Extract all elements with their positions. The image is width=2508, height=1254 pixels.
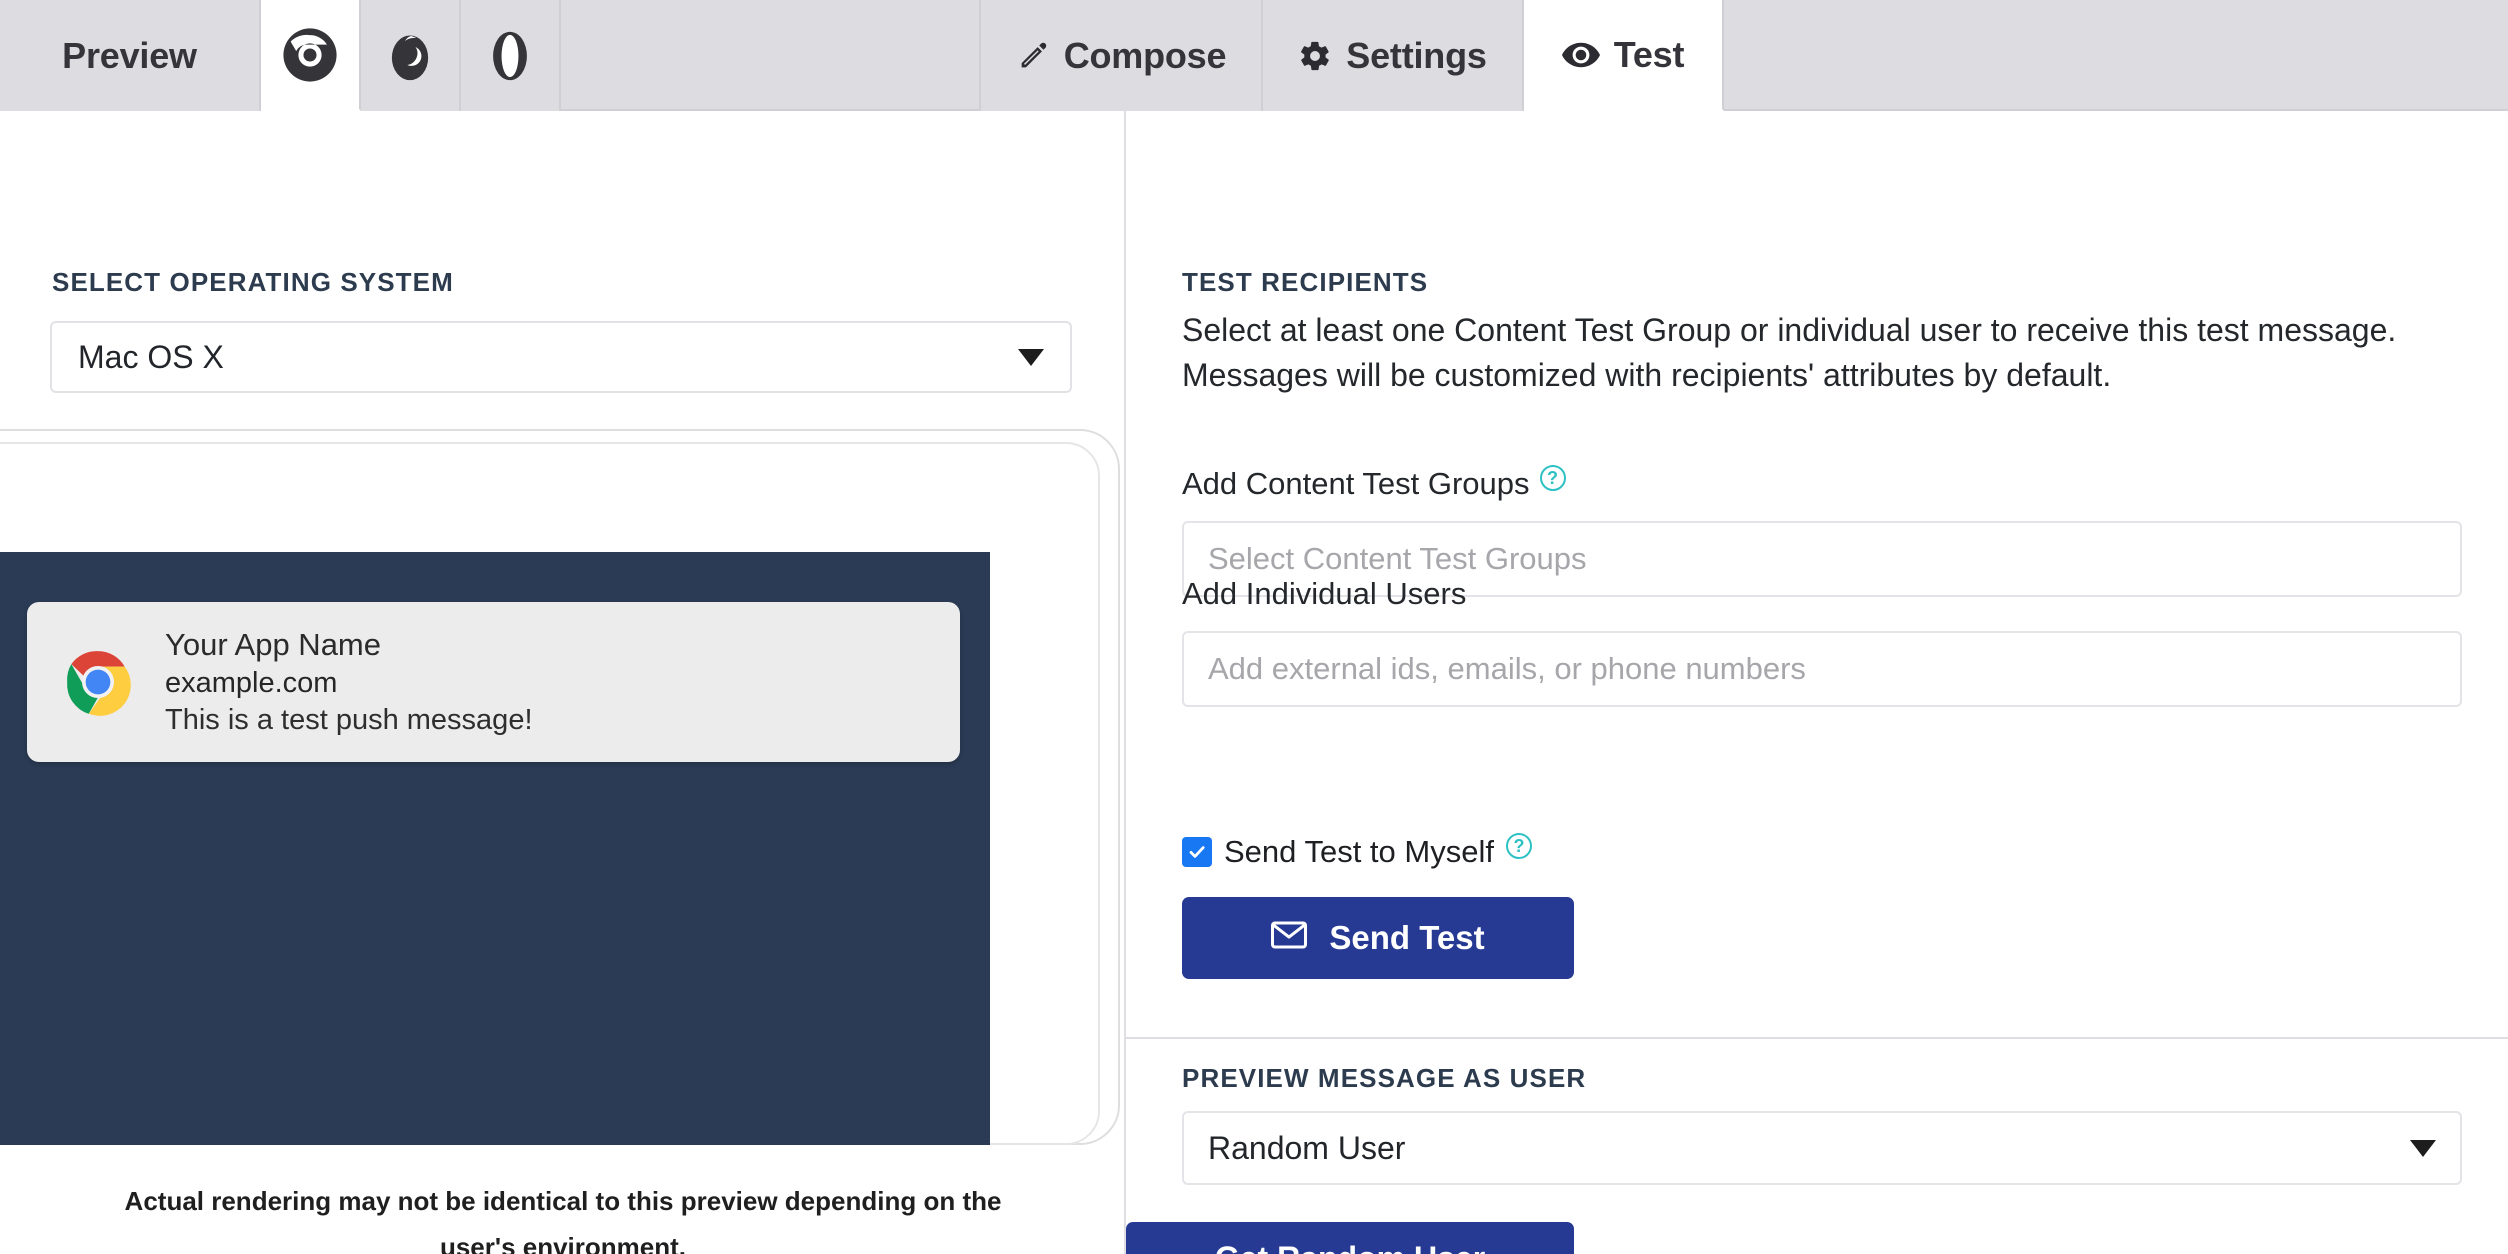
help-icon-send-test-to-myself[interactable]: ?: [1505, 833, 1532, 859]
send-test-to-myself-checkbox[interactable]: [1182, 837, 1212, 867]
test-recipients-heading: TEST RECIPIENTS: [1182, 267, 1429, 297]
firefox-icon: [383, 27, 437, 85]
tab-settings[interactable]: Settings: [1263, 0, 1524, 111]
tab-chrome[interactable]: [261, 0, 361, 111]
preview-panel: SELECT OPERATING SYSTEM Mac OS X Your Ap…: [0, 111, 1126, 1254]
individual-users-input[interactable]: Add external ids, emails, or phone numbe…: [1182, 631, 2462, 707]
browser-tab-bar: Preview Compose Settings Test: [0, 0, 2508, 111]
preview-disclaimer: Actual rendering may not be identical to…: [124, 1186, 1002, 1254]
chrome-icon: [281, 26, 339, 84]
tab-settings-label: Settings: [1346, 34, 1487, 76]
notification-text-block: Your App Name example.com This is a test…: [165, 625, 533, 739]
operating-system-value: Mac OS X: [78, 338, 224, 375]
gear-icon: [1298, 39, 1332, 73]
tab-bar-tail: [1724, 0, 2508, 109]
main-content: SELECT OPERATING SYSTEM Mac OS X Your Ap…: [0, 111, 2508, 1254]
get-random-user-button[interactable]: Get Random User: [1126, 1222, 1574, 1254]
send-test-to-myself-label: Send Test to Myself: [1224, 834, 1494, 869]
tab-compose[interactable]: Compose: [981, 0, 1263, 111]
section-divider: [1126, 1037, 2508, 1039]
individual-users-label-text: Add Individual Users: [1182, 576, 1467, 611]
envelope-icon: [1271, 919, 1308, 957]
operating-system-select[interactable]: Mac OS X: [50, 321, 1072, 393]
preview-user-value: Random User: [1208, 1129, 1406, 1166]
tab-bar-spacer: [561, 0, 981, 109]
send-test-button-label: Send Test: [1329, 919, 1485, 956]
notification-preview-card: Your App Name example.com This is a test…: [27, 602, 960, 762]
send-test-to-myself-row[interactable]: Send Test to Myself ?: [1182, 833, 1532, 870]
pencil-icon: [1016, 39, 1050, 73]
send-test-button[interactable]: Send Test: [1182, 897, 1574, 979]
tab-firefox[interactable]: [361, 0, 461, 111]
chevron-down-icon: [1018, 348, 1044, 366]
get-random-user-button-label: Get Random User: [1215, 1240, 1485, 1254]
help-icon-content-test-groups[interactable]: ?: [1539, 465, 1566, 491]
tab-opera[interactable]: [461, 0, 561, 111]
content-test-groups-label-text: Add Content Test Groups: [1182, 466, 1530, 501]
chrome-logo-icon: [61, 645, 135, 719]
opera-icon: [485, 27, 535, 85]
content-test-groups-placeholder: Select Content Test Groups: [1208, 541, 1587, 576]
test-panel: TEST RECIPIENTS Select at least one Cont…: [1126, 111, 2508, 1254]
preview-user-select[interactable]: Random User: [1182, 1111, 2462, 1185]
notification-app-name: Your App Name: [165, 627, 382, 663]
individual-users-label: Add Individual Users: [1182, 576, 1466, 612]
tab-preview-label: Preview: [62, 34, 197, 76]
eye-icon: [1561, 38, 1600, 72]
tab-preview[interactable]: Preview: [0, 0, 261, 111]
test-recipients-description: Select at least one Content Test Group o…: [1182, 312, 2397, 394]
tab-test-label: Test: [1613, 33, 1685, 75]
device-screen: Your App Name example.com This is a test…: [0, 552, 990, 1145]
chevron-down-icon: [2410, 1139, 2436, 1157]
tab-test[interactable]: Test: [1524, 0, 1724, 111]
notification-message: This is a test push message!: [165, 703, 533, 736]
tab-compose-label: Compose: [1063, 34, 1227, 76]
individual-users-placeholder: Add external ids, emails, or phone numbe…: [1208, 651, 1806, 686]
preview-message-as-user-heading: PREVIEW MESSAGE AS USER: [1182, 1063, 1587, 1093]
select-os-heading: SELECT OPERATING SYSTEM: [52, 267, 454, 297]
notification-url: example.com: [165, 666, 338, 699]
content-test-groups-label: Add Content Test Groups ?: [1182, 465, 1566, 502]
